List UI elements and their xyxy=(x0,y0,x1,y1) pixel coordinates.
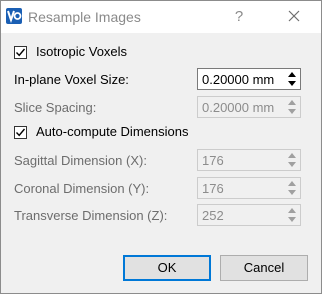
spin-down-icon[interactable] xyxy=(288,109,296,114)
spin-up-icon[interactable] xyxy=(288,153,296,158)
spin-down-icon[interactable] xyxy=(288,190,296,195)
spin-arrows[interactable] xyxy=(286,179,298,197)
spin-up-icon[interactable] xyxy=(288,72,296,77)
auto-compute-dimensions-label: Auto-compute Dimensions xyxy=(36,124,189,139)
title-bar[interactable]: Resample Images ? xyxy=(1,1,321,33)
spin-up-icon[interactable] xyxy=(288,100,296,105)
close-icon[interactable] xyxy=(283,7,305,27)
spin-arrows[interactable] xyxy=(286,70,298,88)
slice-spacing-label: Slice Spacing: xyxy=(14,100,97,115)
resample-images-dialog: Resample Images ? Isotropic Voxels In-pl… xyxy=(0,0,322,294)
checkbox-box[interactable] xyxy=(14,46,27,59)
help-button[interactable]: ? xyxy=(229,7,249,27)
isotropic-voxels-label: Isotropic Voxels xyxy=(36,44,128,59)
check-mark-icon xyxy=(15,128,26,137)
spin-arrows[interactable] xyxy=(286,206,298,224)
app-logo-icon xyxy=(6,8,22,24)
transverse-dimension-label: Transverse Dimension (Z): xyxy=(14,208,168,223)
transverse-dimension-value[interactable]: 252 xyxy=(202,208,224,223)
cancel-button[interactable]: Cancel xyxy=(220,255,308,281)
spin-arrows[interactable] xyxy=(286,98,298,116)
coronal-dimension-value[interactable]: 176 xyxy=(202,181,224,196)
spin-down-icon[interactable] xyxy=(288,81,296,86)
sagittal-dimension-spinbox[interactable]: 176 xyxy=(197,149,301,171)
inplane-voxel-size-spinbox[interactable]: 0.20000 mm xyxy=(197,68,301,90)
coronal-dimension-spinbox[interactable]: 176 xyxy=(197,177,301,199)
sagittal-dimension-label: Sagittal Dimension (X): xyxy=(14,153,147,168)
transverse-dimension-spinbox[interactable]: 252 xyxy=(197,204,301,226)
ok-button[interactable]: OK xyxy=(123,255,211,281)
spin-arrows[interactable] xyxy=(286,151,298,169)
auto-compute-dimensions-checkbox[interactable]: Auto-compute Dimensions xyxy=(14,124,204,142)
checkbox-box[interactable] xyxy=(14,126,27,139)
spin-up-icon[interactable] xyxy=(288,181,296,186)
window-title: Resample Images xyxy=(28,9,141,25)
inplane-voxel-size-value[interactable]: 0.20000 mm xyxy=(202,72,274,87)
check-mark-icon xyxy=(15,48,26,57)
slice-spacing-spinbox[interactable]: 0.20000 mm xyxy=(197,96,301,118)
coronal-dimension-label: Coronal Dimension (Y): xyxy=(14,181,150,196)
spin-down-icon[interactable] xyxy=(288,217,296,222)
isotropic-voxels-checkbox[interactable]: Isotropic Voxels xyxy=(14,44,154,62)
spin-up-icon[interactable] xyxy=(288,208,296,213)
sagittal-dimension-value[interactable]: 176 xyxy=(202,153,224,168)
slice-spacing-value[interactable]: 0.20000 mm xyxy=(202,100,274,115)
spin-down-icon[interactable] xyxy=(288,162,296,167)
inplane-voxel-size-label: In-plane Voxel Size: xyxy=(14,72,129,87)
